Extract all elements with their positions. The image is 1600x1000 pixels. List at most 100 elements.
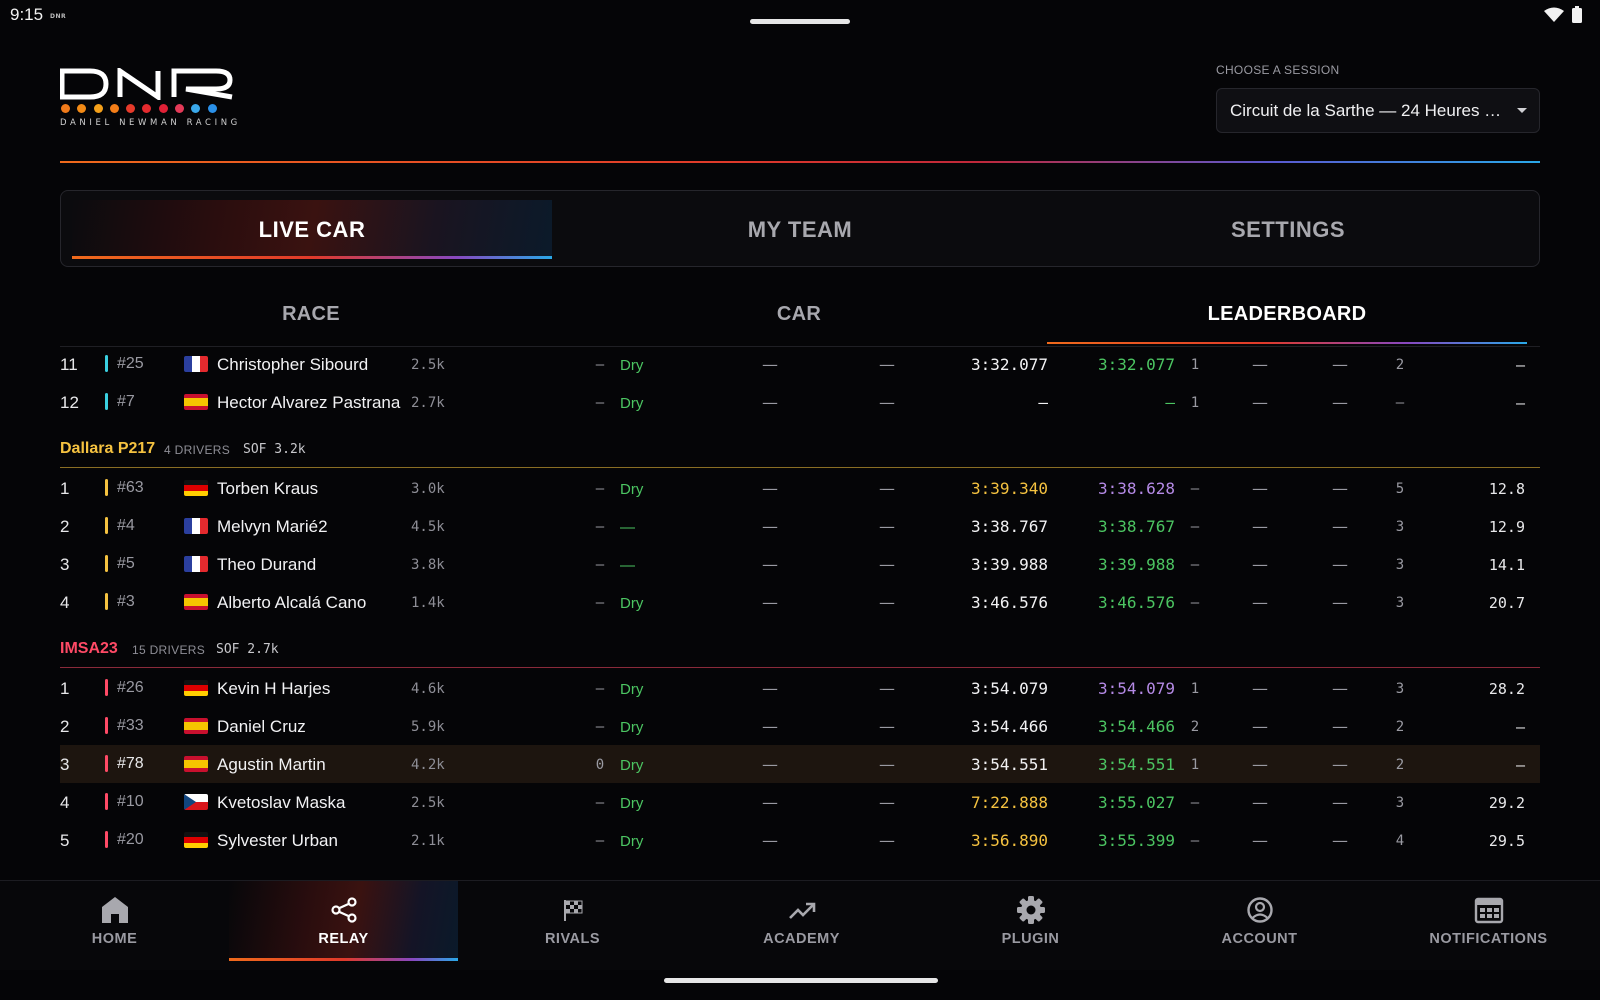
dnr-logo: DANIEL NEWMAN RACING xyxy=(60,68,237,128)
weather-cell: Dry xyxy=(620,757,644,774)
position-cell: 5 xyxy=(60,831,70,850)
irating-cell: 2.7k xyxy=(411,395,445,411)
table-row[interactable]: 11 #25 Christopher Sibourd 2.5k — Dry — — 3:32.0… xyxy=(60,352,1540,383)
logo-wordmark xyxy=(60,68,233,100)
incidents-cell: — xyxy=(595,719,605,735)
tab-live-car[interactable]: LIVE CAR xyxy=(72,200,552,259)
spain-flag-icon xyxy=(184,394,208,410)
irating-cell: 4.5k xyxy=(411,519,445,535)
subtab-race[interactable]: RACE xyxy=(71,287,551,342)
class-divider xyxy=(60,467,1540,468)
nav-plugin[interactable]: PLUGIN xyxy=(916,881,1145,961)
logo-dot xyxy=(142,104,152,113)
col-a-cell: — xyxy=(1190,557,1200,573)
session-select[interactable]: Circuit de la Sarthe — 24 Heures du Mans xyxy=(1216,88,1540,133)
gap-cell: — xyxy=(1515,718,1525,736)
table-row[interactable]: 3 #5 Theo Durand 3.8k — — — — 3:39.988 3:39.988 — —… xyxy=(60,545,1540,583)
position-cell: 2 xyxy=(60,517,70,536)
gap-cell: — xyxy=(1515,356,1525,374)
gap-cell: 20.7 xyxy=(1488,594,1525,612)
table-row[interactable]: 2 #33 Daniel Cruz 5.9k — Dry — — 3:54.466 3:54.46… xyxy=(60,707,1540,745)
weather-cell: — xyxy=(620,557,635,574)
position-cell: 3 xyxy=(60,755,70,774)
nav-label: NOTIFICATIONS xyxy=(1429,931,1548,947)
car-number-cell: #3 xyxy=(117,593,135,610)
nav-account[interactable]: ACCOUNT xyxy=(1145,881,1374,961)
logo-dots xyxy=(61,104,236,113)
weather-cell: Dry xyxy=(620,681,644,698)
car-number-cell: #7 xyxy=(117,393,135,410)
wifi-icon xyxy=(1544,7,1564,27)
france-flag-icon xyxy=(184,556,208,572)
col-c-cell: — xyxy=(1332,593,1348,612)
table-row[interactable]: 5 #20 Sylvester Urban 2.1k — Dry — — 3:56.890 3:5… xyxy=(60,821,1540,859)
battery-icon xyxy=(1572,6,1582,27)
leaderboard[interactable]: Dallara P217 4 DRIVERS SOF 3.2k IMSA23 1… xyxy=(60,352,1540,880)
weather-cell: Dry xyxy=(620,595,644,612)
best-lap-cell: 3:39.988 xyxy=(1097,555,1175,574)
weather-cell: — xyxy=(620,519,635,536)
table-row[interactable]: 4 #10 Kvetoslav Maska 2.5k — Dry — — 7:22.888 3:5… xyxy=(60,783,1540,821)
col-c-cell: — xyxy=(1332,393,1348,412)
table-row[interactable]: 2 #4 Melvyn Marié2 4.5k — — — — 3:38.767 3:38.767… xyxy=(60,507,1540,545)
nav-rivals[interactable]: RIVALS xyxy=(458,881,687,961)
table-row[interactable]: 1 #26 Kevin H Harjes 4.6k — Dry — — 3:54.079 3:54… xyxy=(60,669,1540,707)
gap-cell: 29.2 xyxy=(1488,794,1525,812)
pit-cell: — xyxy=(762,517,778,536)
col-c-cell: — xyxy=(1332,555,1348,574)
home-indicator[interactable] xyxy=(664,978,938,983)
weather-cell: Dry xyxy=(620,395,644,412)
best-lap-cell: 3:38.767 xyxy=(1097,517,1175,536)
pit-cell: — xyxy=(762,755,778,774)
pit-cell: — xyxy=(762,555,778,574)
gap-cell: 12.8 xyxy=(1488,480,1525,498)
col-c-cell: — xyxy=(1332,717,1348,736)
class-sof: SOF 3.2k xyxy=(243,442,306,457)
driver-name-cell: Torben Kraus xyxy=(217,479,319,498)
subtab-car[interactable]: CAR xyxy=(559,287,1039,342)
pit-cell: — xyxy=(762,355,778,374)
session-label: CHOOSE A SESSION xyxy=(1216,63,1340,77)
tab-my-team[interactable]: MY TEAM xyxy=(560,200,1040,259)
stint-cell: — xyxy=(879,479,895,498)
col-d-cell: 4 xyxy=(1395,833,1405,849)
logo-dot xyxy=(158,104,168,113)
status-app-logo: DNR xyxy=(50,13,67,20)
top-handle[interactable] xyxy=(750,19,850,24)
pit-cell: — xyxy=(762,793,778,812)
col-a-cell: 1 xyxy=(1190,357,1200,373)
best-lap-cell: 3:54.551 xyxy=(1097,755,1175,774)
col-b-cell: — xyxy=(1252,355,1268,374)
col-a-cell: 1 xyxy=(1190,681,1200,697)
weather-cell: Dry xyxy=(620,357,644,374)
logo-dot xyxy=(61,104,70,113)
col-d-cell: 3 xyxy=(1395,519,1405,535)
nav-label: HOME xyxy=(91,931,138,947)
bottom-nav: HOME RELAY RIVALS ACADEMY PLUGIN ACCOUNT xyxy=(0,880,1600,970)
tab-settings[interactable]: SETTINGS xyxy=(1048,200,1528,259)
nav-notifications[interactable]: NOTIFICATIONS xyxy=(1374,881,1600,961)
table-row-selected[interactable]: 3 #78 Agustin Martin 4.2k 0 Dry — — 3:54.551 3:54… xyxy=(60,745,1540,783)
last-lap-cell: 3:54.466 xyxy=(970,717,1048,736)
incidents-cell: — xyxy=(595,395,605,411)
col-b-cell: — xyxy=(1252,517,1268,536)
nav-academy[interactable]: ACADEMY xyxy=(687,881,916,961)
table-row[interactable]: 4 #3 Alberto Alcalá Cano 1.4k — Dry — — 3:46.576… xyxy=(60,583,1540,621)
class-color-bar xyxy=(105,793,108,810)
col-c-cell: — xyxy=(1332,479,1348,498)
irating-cell: 4.6k xyxy=(411,681,445,697)
pit-cell: — xyxy=(762,679,778,698)
position-cell: 2 xyxy=(60,717,70,736)
class-color-bar xyxy=(105,679,108,696)
table-row[interactable]: 1 #63 Torben Kraus 3.0k — Dry — — 3:39.340 3:38.6… xyxy=(60,469,1540,507)
last-lap-cell: 3:39.988 xyxy=(970,555,1048,574)
best-lap-cell: 3:46.576 xyxy=(1097,593,1175,612)
incidents-cell: — xyxy=(595,519,605,535)
nav-home[interactable]: HOME xyxy=(0,881,229,961)
col-c-cell: — xyxy=(1332,355,1348,374)
stint-cell: — xyxy=(879,679,895,698)
nav-relay[interactable]: RELAY xyxy=(229,881,458,961)
table-row[interactable]: 12 #7 Hector Alvarez Pastrana 2.7k — Dry — — — — 1… xyxy=(60,383,1540,421)
subtab-leaderboard[interactable]: LEADERBOARD xyxy=(1047,287,1527,344)
col-a-cell: — xyxy=(1190,481,1200,497)
